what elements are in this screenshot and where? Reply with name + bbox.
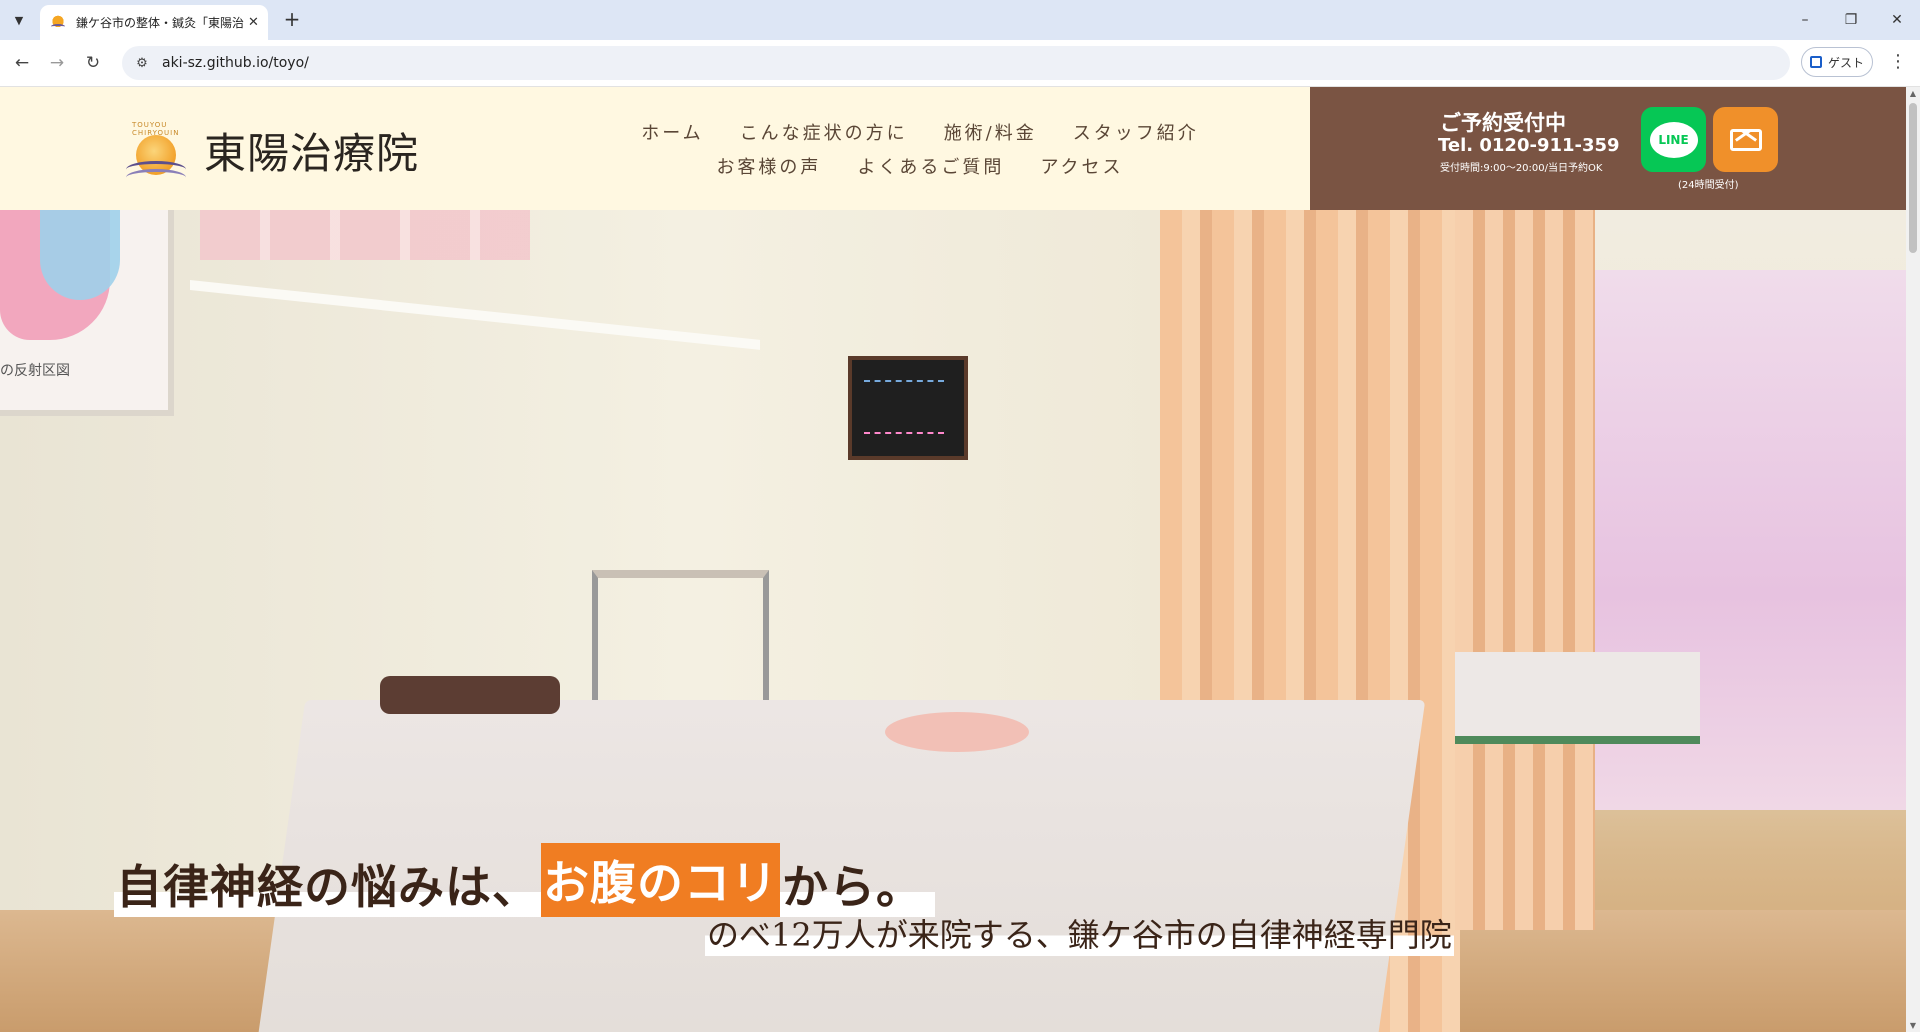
tab-list-button[interactable]: ▼: [6, 8, 32, 32]
back-bed-image: [1455, 652, 1700, 744]
pillow-image: [380, 676, 560, 714]
url-text[interactable]: aki-sz.github.io/toyo/: [162, 55, 309, 71]
mail-icon: [1729, 128, 1762, 151]
minimize-button[interactable]: –: [1782, 0, 1828, 40]
site-info-icon[interactable]: ⚙: [132, 53, 152, 73]
profile-label: ゲスト: [1827, 55, 1864, 70]
reload-button[interactable]: ↻: [80, 50, 106, 76]
hero-section: の反射区図 自律神経の悩みは、 お腹のコリ から。 のべ12万人が来院する、鎌ケ…: [0, 210, 1906, 1032]
nav-faq[interactable]: よくあるご質問: [857, 151, 1004, 185]
tab-close-icon[interactable]: ✕: [248, 15, 259, 30]
nav-treatment-price[interactable]: 施術/料金: [944, 117, 1037, 151]
mail-button[interactable]: [1713, 107, 1778, 172]
browser-tab[interactable]: 鎌ケ谷市の整体・鍼灸「東陽治療院」 ✕: [40, 5, 268, 40]
page-scrollbar[interactable]: ▲ ▼: [1906, 87, 1920, 1032]
logo-arc-text: TOUYOU CHIRYOUIN: [132, 121, 180, 137]
nav-symptoms[interactable]: こんな症状の方に: [740, 117, 908, 151]
new-tab-button[interactable]: +: [280, 8, 304, 32]
chevron-down-icon: ▼: [14, 13, 24, 27]
browser-tab-bar: ▼ 鎌ケ谷市の整体・鍼灸「東陽治療院」 ✕ + – ❐ ✕: [0, 0, 1920, 40]
profile-button[interactable]: ゲスト: [1801, 47, 1873, 77]
reservation-box: ご予約受付中 Tel. 0120-911-359 受付時間:9:00〜20:00…: [1310, 87, 1906, 210]
reservation-title: ご予約受付中: [1440, 111, 1566, 135]
catch-highlight: お腹のコリ: [541, 842, 780, 917]
address-toolbar: ← → ↻ ⚙ aki-sz.github.io/toyo/ ゲスト ⋮: [0, 40, 1920, 87]
favicon-icon: [50, 14, 66, 31]
site-logo[interactable]: TOUYOU CHIRYOUIN 東陽治療院: [124, 119, 419, 181]
catch-part2: から。: [780, 850, 935, 917]
nav-voices[interactable]: お客様の声: [716, 151, 821, 185]
page-viewport: TOUYOU CHIRYOUIN 東陽治療院 ホーム こんな症状の方に 施術/料…: [0, 87, 1906, 1032]
profile-icon: [1809, 56, 1822, 68]
hero-subtitle: のべ12万人が来院する、鎌ケ谷市の自律神経専門院: [705, 910, 1454, 956]
hero-catchphrase: 自律神経の悩みは、 お腹のコリ から。: [114, 842, 935, 917]
reception-hours: 受付時間:9:00〜20:00/当日予約OK: [1440, 163, 1603, 174]
back-button[interactable]: ←: [9, 50, 35, 76]
sun-logo-icon: TOUYOU CHIRYOUIN: [124, 119, 190, 181]
nav-staff[interactable]: スタッフ紹介: [1073, 117, 1199, 151]
scroll-up-icon[interactable]: ▲: [1908, 89, 1918, 98]
line-button[interactable]: LINE: [1641, 107, 1706, 172]
nav-access[interactable]: アクセス: [1040, 151, 1123, 185]
scroll-down-icon[interactable]: ▼: [1908, 1021, 1918, 1030]
close-window-button[interactable]: ✕: [1874, 0, 1920, 40]
global-nav: ホーム こんな症状の方に 施術/料金 スタッフ紹介 お客様の声 よくあるご質問 …: [640, 117, 1200, 185]
forward-button[interactable]: →: [44, 50, 70, 76]
catch-part1: 自律神経の悩みは、: [114, 850, 541, 917]
tab-title: 鎌ケ谷市の整体・鍼灸「東陽治療院」: [76, 16, 244, 30]
reflexology-chart-image: の反射区図: [0, 210, 174, 416]
logo-text: 東陽治療院: [204, 128, 420, 178]
chart-caption: の反射区図: [0, 363, 70, 379]
blackboard-image: [848, 356, 968, 460]
line-icon: LINE: [1649, 121, 1698, 158]
browser-menu-button[interactable]: ⋮: [1888, 52, 1908, 74]
restore-button[interactable]: ❐: [1828, 0, 1874, 40]
address-bar[interactable]: ⚙ aki-sz.github.io/toyo/: [122, 46, 1790, 80]
stool-image: [885, 712, 1029, 752]
nav-home[interactable]: ホーム: [641, 117, 703, 151]
phone-number[interactable]: Tel. 0120-911-359: [1438, 135, 1620, 156]
site-header: TOUYOU CHIRYOUIN 東陽治療院 ホーム こんな症状の方に 施術/料…: [0, 87, 1906, 210]
contact-note: (24時間受付): [1678, 180, 1739, 191]
scrollbar-thumb[interactable]: [1909, 103, 1917, 253]
curtain-image-2: [1455, 210, 1595, 930]
